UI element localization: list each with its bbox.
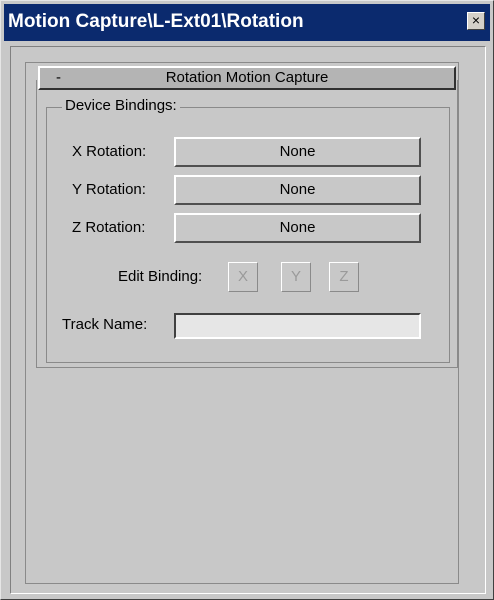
edit-binding-label: Edit Binding: [118,268,203,285]
y-rotation-binding-button[interactable]: None [174,175,421,205]
window-title: Motion Capture\L-Ext01\Rotation [8,11,304,32]
close-icon[interactable]: × [467,12,485,30]
y-rotation-label: Y Rotation: [72,181,146,198]
track-name-input[interactable] [174,313,421,339]
rollout-header-button[interactable]: - Rotation Motion Capture [38,66,456,90]
z-rotation-binding-button[interactable]: None [174,213,421,243]
x-rotation-label: X Rotation: [72,143,147,160]
edit-y-button[interactable]: Y [281,262,311,292]
edit-x-button[interactable]: X [228,262,258,292]
track-name-label: Track Name: [62,316,148,333]
title-bar[interactable]: Motion Capture\L-Ext01\Rotation × [4,4,490,41]
x-rotation-binding-button[interactable]: None [174,137,421,167]
device-bindings-label: Device Bindings: [62,97,180,115]
rollout-title: Rotation Motion Capture [165,69,329,86]
z-rotation-label: Z Rotation: [72,219,146,236]
edit-z-button[interactable]: Z [329,262,359,292]
